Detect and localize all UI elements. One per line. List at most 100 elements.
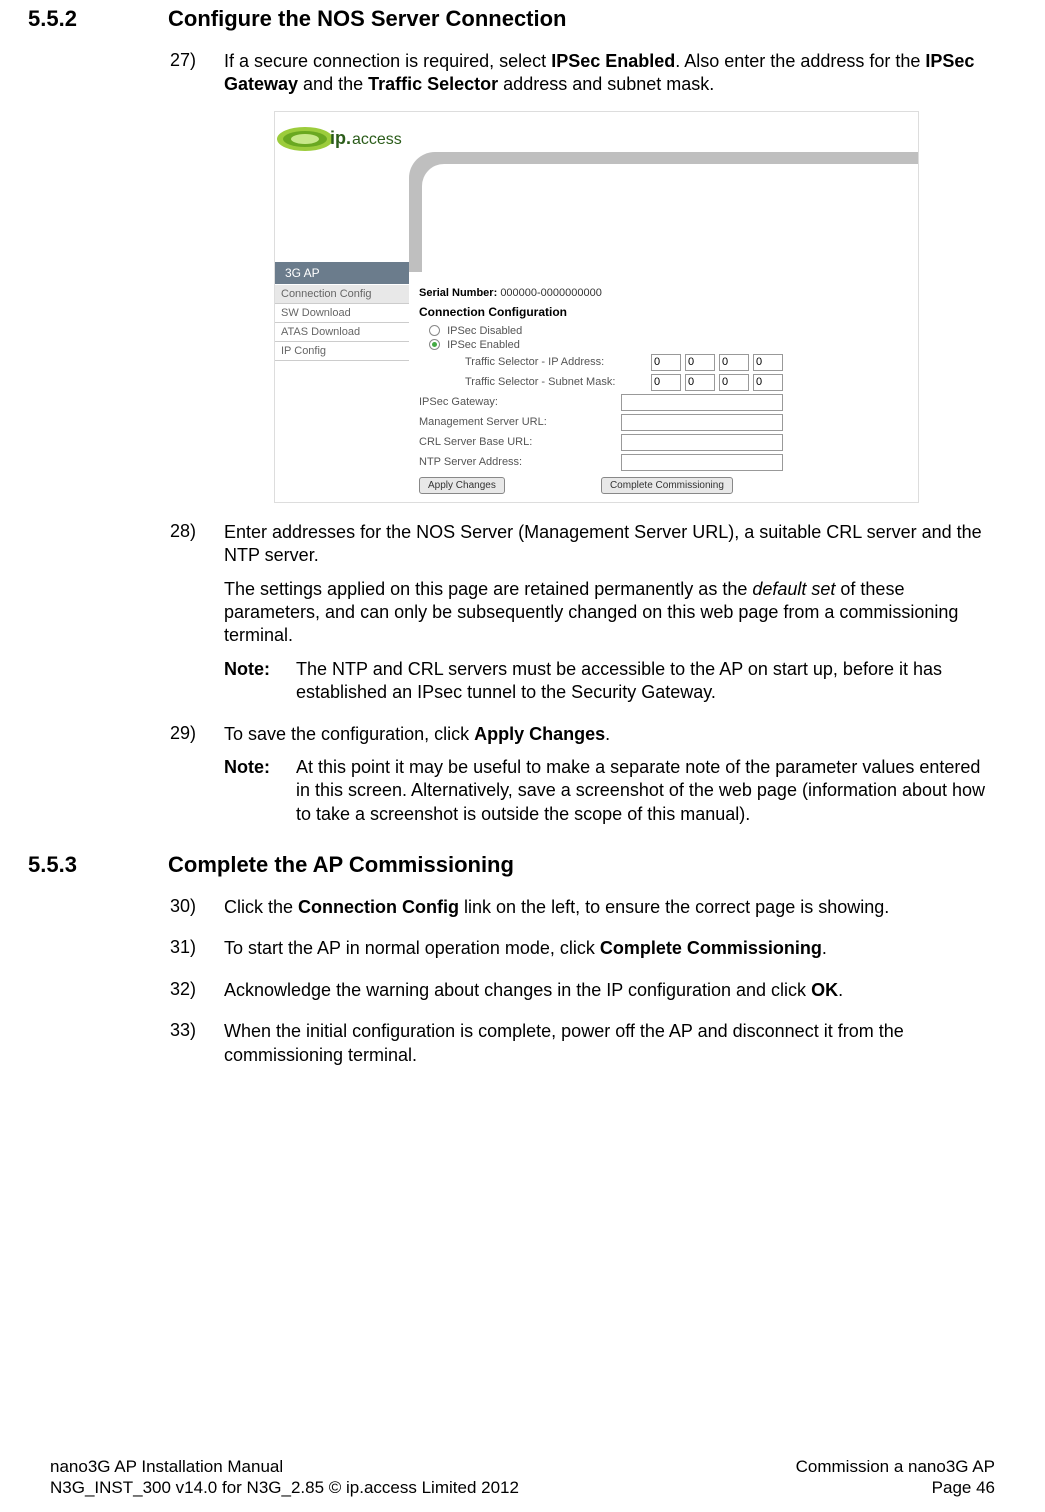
step-number: 30) bbox=[170, 896, 224, 919]
ts-ip-octet-1[interactable] bbox=[651, 354, 681, 371]
button-row: Apply Changes Complete Commissioning bbox=[419, 477, 908, 494]
footer-copyright: N3G_INST_300 v14.0 for N3G_2.85 © ip.acc… bbox=[50, 1477, 519, 1498]
text: address and subnet mask. bbox=[498, 74, 714, 94]
ts-mask-octet-3[interactable] bbox=[719, 374, 749, 391]
svg-text:ip.: ip. bbox=[330, 128, 351, 148]
ipsec-gateway-label: IPSec Gateway: bbox=[419, 396, 621, 408]
text: If a secure connection is required, sele… bbox=[224, 51, 551, 71]
ipsec-gateway-row: IPSec Gateway: bbox=[419, 394, 908, 411]
step-text: Enter addresses for the NOS Server (Mana… bbox=[224, 521, 995, 568]
note-body: At this point it may be useful to make a… bbox=[296, 756, 995, 826]
ts-ip-octet-4[interactable] bbox=[753, 354, 783, 371]
footer-section: Commission a nano3G AP bbox=[796, 1456, 995, 1477]
step-28: 28) Enter addresses for the NOS Server (… bbox=[170, 521, 995, 568]
text-bold: Complete Commissioning bbox=[600, 938, 822, 958]
sidebar: Connection Config SW Download ATAS Downl… bbox=[275, 285, 409, 502]
step-text: Acknowledge the warning about changes in… bbox=[224, 979, 995, 1002]
step-27: 27) If a secure connection is required, … bbox=[170, 50, 995, 97]
ts-mask-octet-1[interactable] bbox=[651, 374, 681, 391]
crl-url-input[interactable] bbox=[621, 434, 783, 451]
ui-header: ip. access 3G AP bbox=[275, 112, 918, 180]
ts-ip-octet-2[interactable] bbox=[685, 354, 715, 371]
radio-ipsec-enabled-row: IPSec Enabled bbox=[429, 339, 908, 351]
radio-ipsec-disabled[interactable] bbox=[429, 325, 440, 336]
step-text: To save the configuration, click Apply C… bbox=[224, 723, 995, 746]
step-31: 31) To start the AP in normal operation … bbox=[170, 937, 995, 960]
ipaccess-logo: ip. access bbox=[275, 114, 410, 164]
text: The settings applied on this page are re… bbox=[224, 579, 752, 599]
sidebar-item-atas-download[interactable]: ATAS Download bbox=[275, 323, 409, 342]
section-title: Complete the AP Commissioning bbox=[168, 852, 514, 878]
sidebar-item-connection-config[interactable]: Connection Config bbox=[275, 285, 409, 304]
sidebar-item-ip-config[interactable]: IP Config bbox=[275, 342, 409, 361]
radio-ipsec-enabled[interactable] bbox=[429, 339, 440, 350]
footer-manual-title: nano3G AP Installation Manual bbox=[50, 1456, 519, 1477]
text: Click the bbox=[224, 897, 298, 917]
step-number: 28) bbox=[170, 521, 224, 568]
text: . bbox=[605, 724, 610, 744]
text: To save the configuration, click bbox=[224, 724, 474, 744]
mgmt-url-row: Management Server URL: bbox=[419, 414, 908, 431]
text-italic: default set bbox=[752, 579, 835, 599]
section-number: 5.5.2 bbox=[28, 6, 168, 32]
step-text: Click the Connection Config link on the … bbox=[224, 896, 995, 919]
step-number: 31) bbox=[170, 937, 224, 960]
section-5-5-3-heading: 5.5.3 Complete the AP Commissioning bbox=[28, 852, 995, 878]
serial-number-row: Serial Number: 000000-0000000000 bbox=[419, 287, 908, 299]
radio-ipsec-disabled-label: IPSec Disabled bbox=[447, 325, 522, 337]
tab-3g-ap[interactable]: 3G AP bbox=[275, 262, 409, 284]
step-text: To start the AP in normal operation mode… bbox=[224, 937, 995, 960]
crl-url-row: CRL Server Base URL: bbox=[419, 434, 908, 451]
step-number: 32) bbox=[170, 979, 224, 1002]
text: . bbox=[822, 938, 827, 958]
ntp-label: NTP Server Address: bbox=[419, 456, 621, 468]
text-bold: OK bbox=[811, 980, 838, 1000]
config-header: Connection Configuration bbox=[419, 305, 908, 319]
ntp-input[interactable] bbox=[621, 454, 783, 471]
page-footer: nano3G AP Installation Manual N3G_INST_3… bbox=[50, 1456, 995, 1499]
step-33: 33) When the initial configuration is co… bbox=[170, 1020, 995, 1067]
text-bold: IPSec Enabled bbox=[551, 51, 675, 71]
ntp-row: NTP Server Address: bbox=[419, 454, 908, 471]
text: Acknowledge the warning about changes in… bbox=[224, 980, 811, 1000]
section-5-5-2-heading: 5.5.2 Configure the NOS Server Connectio… bbox=[28, 6, 995, 32]
svg-text:access: access bbox=[352, 131, 402, 148]
serial-label: Serial Number: bbox=[419, 287, 497, 299]
note-body: The NTP and CRL servers must be accessib… bbox=[296, 658, 995, 705]
note-1: Note: The NTP and CRL servers must be ac… bbox=[224, 658, 995, 705]
ts-mask-octet-4[interactable] bbox=[753, 374, 783, 391]
text: and the bbox=[298, 74, 368, 94]
serial-value: 000000-0000000000 bbox=[500, 287, 602, 299]
step-29: 29) To save the configuration, click App… bbox=[170, 723, 995, 746]
apply-changes-button[interactable]: Apply Changes bbox=[419, 477, 505, 494]
radio-ipsec-enabled-label: IPSec Enabled bbox=[447, 339, 520, 351]
text-bold: Apply Changes bbox=[474, 724, 605, 744]
footer-right: Commission a nano3G AP Page 46 bbox=[796, 1456, 995, 1499]
ipsec-gateway-input[interactable] bbox=[621, 394, 783, 411]
ts-mask-label: Traffic Selector - Subnet Mask: bbox=[465, 376, 651, 388]
text: . Also enter the address for the bbox=[675, 51, 925, 71]
crl-url-label: CRL Server Base URL: bbox=[419, 436, 621, 448]
step-number: 29) bbox=[170, 723, 224, 746]
ts-ip-row: Traffic Selector - IP Address: bbox=[465, 354, 908, 371]
radio-ipsec-disabled-row: IPSec Disabled bbox=[429, 325, 908, 337]
note-2: Note: At this point it may be useful to … bbox=[224, 756, 995, 826]
text: link on the left, to ensure the correct … bbox=[459, 897, 889, 917]
ts-ip-label: Traffic Selector - IP Address: bbox=[465, 356, 651, 368]
sidebar-item-sw-download[interactable]: SW Download bbox=[275, 304, 409, 323]
step-text: When the initial configuration is comple… bbox=[224, 1020, 995, 1067]
config-ui-screenshot: ip. access 3G AP Connection Config SW Do… bbox=[274, 111, 919, 503]
ts-ip-octet-3[interactable] bbox=[719, 354, 749, 371]
header-curve-white bbox=[422, 164, 918, 284]
footer-page: Page 46 bbox=[796, 1477, 995, 1498]
ts-mask-octet-2[interactable] bbox=[685, 374, 715, 391]
note-label: Note: bbox=[224, 658, 296, 705]
complete-commissioning-button[interactable]: Complete Commissioning bbox=[601, 477, 733, 494]
mgmt-url-input[interactable] bbox=[621, 414, 783, 431]
mgmt-url-label: Management Server URL: bbox=[419, 416, 621, 428]
step-32: 32) Acknowledge the warning about change… bbox=[170, 979, 995, 1002]
step-28-para: The settings applied on this page are re… bbox=[224, 578, 995, 648]
text: To start the AP in normal operation mode… bbox=[224, 938, 600, 958]
step-number: 27) bbox=[170, 50, 224, 97]
note-label: Note: bbox=[224, 756, 296, 826]
